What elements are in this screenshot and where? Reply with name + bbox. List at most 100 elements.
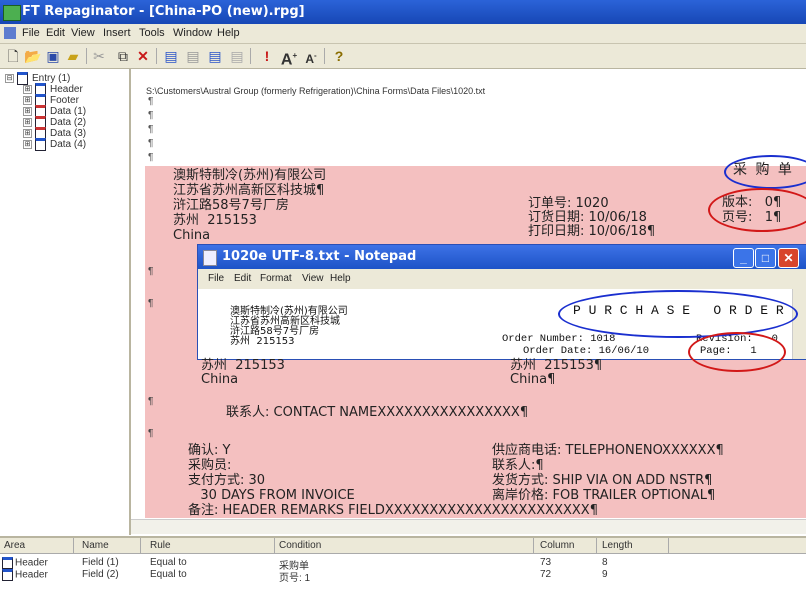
table-cell-text: 72 [540,569,552,580]
company-address-block: 澳斯特制冷(苏州)有限公司 江苏省苏州高新区科技城¶ 浒江路58号7号厂房 苏州… [173,168,327,243]
table-cell[interactable]: Equal to [150,569,187,580]
table-cell[interactable]: Header [2,557,48,569]
notepad-scrollbar[interactable] [792,289,806,359]
paragraph-mark: ¶ [148,110,154,121]
col-name[interactable]: Name [82,540,109,551]
table-cell-text: Equal to [150,569,187,580]
notepad-order-date: Order Date: 16/06/10 [523,345,650,357]
menu-tools[interactable]: Tools [139,27,165,39]
paragraph-mark: ¶ [148,152,154,163]
collapse-icon[interactable]: ⊟ [5,74,14,83]
expand-icon[interactable]: ⊞ [23,96,32,105]
table-cell[interactable]: Equal to [150,557,187,568]
city-left-block: 苏州 215153 China [201,358,285,387]
new-icon[interactable]: 🗋 [4,47,22,65]
maximize-icon[interactable]: □ [755,248,776,268]
col-rule[interactable]: Rule [150,540,171,551]
app-icon [3,5,21,21]
tree-item-label: Data (4) [50,139,87,151]
align-center-icon[interactable]: ▤ [184,47,202,65]
table-cell-text: Field (2) [82,569,119,580]
col-column[interactable]: Column [540,540,574,551]
annotation-ellipse-blue [558,290,798,338]
paragraph-mark: ¶ [148,266,154,277]
menu-edit[interactable]: Edit [46,27,65,39]
document-icon[interactable] [4,27,16,39]
font-smaller-icon[interactable]: A- [302,47,320,66]
align-right-icon[interactable]: ▤ [206,47,224,65]
notepad-menu-bar: File Edit Format View Help [198,269,806,289]
table-cell-text: 8 [602,557,608,568]
font-larger-icon[interactable]: A+ [280,47,298,68]
table-header: Area Name Rule Condition Column Length [0,538,806,554]
close-icon[interactable]: ✕ [778,248,799,268]
table-cell[interactable]: 9 [602,569,608,580]
supplier-block: 供应商电话: TELEPHONENOXXXXXX¶ 联系人:¶ 发货方式: SH… [492,443,724,503]
table-cell[interactable]: Header [2,569,48,581]
table-cell[interactable]: 72 [540,569,551,580]
menu-bar: File Edit View Insert Tools Window Help [0,24,806,44]
table-cell-text: Equal to [150,557,187,568]
table-cell-text: 9 [602,569,608,580]
table-cell[interactable]: Field (1) [82,557,119,568]
open-folder-icon[interactable]: ▰ [64,47,82,65]
menu-insert[interactable]: Insert [103,27,131,39]
header-area-icon [2,557,13,569]
paragraph-mark: ¶ [148,138,154,149]
horizontal-scrollbar[interactable] [131,519,806,534]
expand-icon[interactable]: ⊞ [23,85,32,94]
section-icon [35,138,46,151]
table-cell-text: 73 [540,557,552,568]
properties-icon[interactable]: ⧉ [114,47,132,65]
menu-help[interactable]: Help [217,27,240,39]
scissors-icon[interactable]: ✂ [90,47,108,65]
city-right-block: 苏州 215153¶ China¶ [510,358,603,387]
notepad-menu-help[interactable]: Help [330,273,351,284]
open-icon[interactable]: 📂 [24,47,42,65]
notepad-company-block: 澳斯特制冷(苏州)有限公司 江苏省苏州高新区科技城 浒江路58号7号厂房 苏州 … [230,306,348,347]
table-cell[interactable]: 73 [540,557,551,568]
app-title-bar: FT Repaginator - [China-PO (new).rpg] [0,0,806,24]
justify-icon[interactable]: ▤ [228,47,246,65]
file-path: S:\Customers\Austral Group (formerly Ref… [146,86,486,96]
save-icon[interactable]: ▣ [44,47,62,65]
expand-icon[interactable]: ⊞ [23,140,32,149]
col-area[interactable]: Area [4,540,25,551]
notepad-title-bar[interactable]: 1020e UTF-8.txt - Notepad _ □ ✕ [198,245,806,269]
exclamation-icon[interactable]: ! [258,47,276,65]
table-cell-text: Header [15,557,48,569]
table-cell[interactable]: 8 [602,557,608,568]
notepad-menu-edit[interactable]: Edit [234,273,251,284]
notepad-menu-view[interactable]: View [302,273,324,284]
order-info-block: 订单号: 1020 订货日期: 10/06/18 打印日期: 10/06/18¶ [528,196,656,239]
table-cell-text: Header [15,569,48,581]
delete-icon[interactable]: ✕ [134,47,152,65]
col-condition[interactable]: Condition [279,540,321,551]
minimize-icon[interactable]: _ [733,248,754,268]
table-cell-text: Field (1) [82,557,119,568]
structure-tree: ⊟ Entry (1) ⊞ Header ⊞ Footer ⊞ Data (1) ⊞ Data (… [0,69,131,535]
help-icon[interactable]: ? [330,47,348,65]
tree-item[interactable]: ⊞ Data (4) [23,138,86,152]
header-area-icon [2,569,13,581]
notepad-menu-file[interactable]: File [208,273,224,284]
align-left-icon[interactable]: ▤ [162,47,180,65]
annotation-ellipse-red [708,188,806,232]
menu-window[interactable]: Window [173,27,212,39]
rules-table: Area Name Rule Condition Column Length H… [0,536,806,591]
table-cell[interactable]: Field (2) [82,569,119,580]
paragraph-mark: ¶ [148,96,154,107]
notepad-menu-format[interactable]: Format [260,273,292,284]
col-length[interactable]: Length [602,540,633,551]
notepad-icon [203,250,217,266]
paragraph-mark: ¶ [148,124,154,135]
toolbar: 🗋 📂 ▣ ▰ ✂ ⧉ ✕ ▤ ▤ ▤ ▤ ! A+ A- ? [0,44,806,69]
table-cell[interactable]: 页号: 1 [279,569,310,584]
expand-icon[interactable]: ⊞ [23,129,32,138]
app-title: FT Repaginator - [China-PO (new).rpg] [22,4,305,19]
menu-file[interactable]: File [22,27,40,39]
expand-icon[interactable]: ⊞ [23,107,32,116]
menu-view[interactable]: View [71,27,95,39]
expand-icon[interactable]: ⊞ [23,118,32,127]
paragraph-mark: ¶ [148,298,154,309]
